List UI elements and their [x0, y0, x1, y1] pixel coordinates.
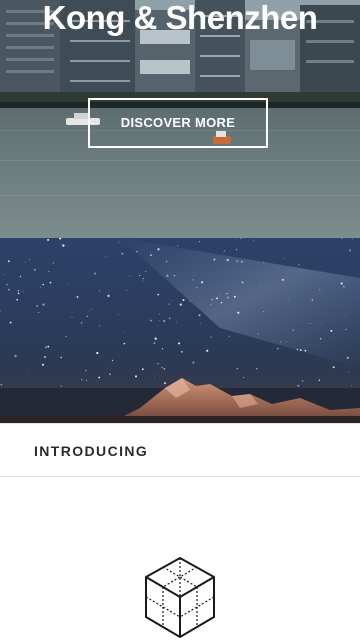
- discover-more-button[interactable]: DISCOVER MORE: [88, 98, 268, 148]
- introducing-section-header: INTRODUCING: [0, 423, 360, 477]
- starry-night-image: [0, 238, 360, 423]
- wireframe-cube-icon: [140, 555, 220, 640]
- introducing-label: INTRODUCING: [34, 443, 149, 459]
- hero-section: Kong & Shenzhen DISCOVER MORE: [0, 0, 360, 238]
- page: Kong & Shenzhen DISCOVER MORE INTRODUCIN…: [0, 0, 360, 640]
- night-banner: [0, 238, 360, 423]
- hero-title: Kong & Shenzhen: [42, 0, 318, 36]
